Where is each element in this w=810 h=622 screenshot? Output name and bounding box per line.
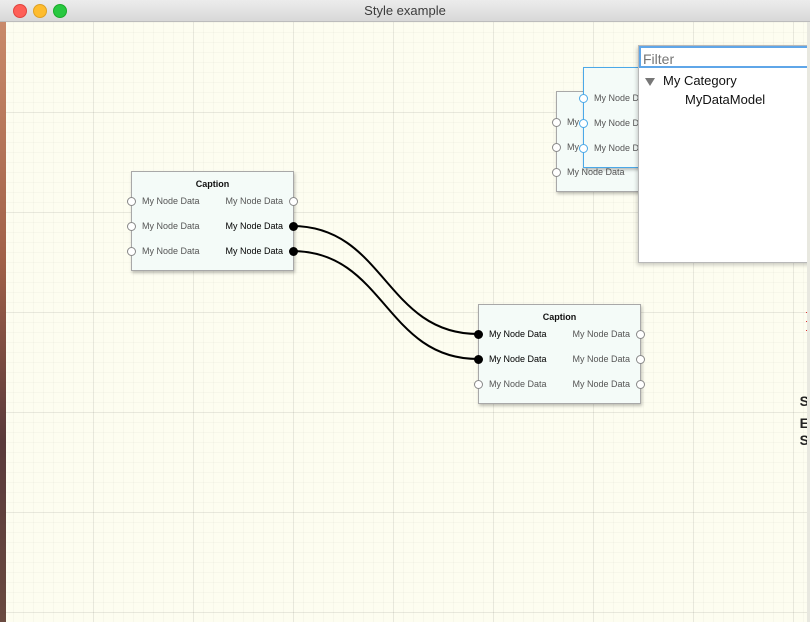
node-row: My Node Data My Node Data (474, 379, 645, 391)
input-label: My (567, 142, 579, 152)
node-row: My Node Data My Node Data (127, 221, 298, 233)
node-row: My Node Data (552, 167, 647, 179)
node-1[interactable]: Caption My Node Data My Node Data My Nod… (127, 171, 298, 271)
input-label: My Node Data (489, 354, 547, 364)
output-label: My Node Data (225, 221, 283, 231)
node-caption: Caption (542, 312, 577, 322)
input-port[interactable] (474, 380, 483, 389)
input-port[interactable] (552, 168, 561, 177)
input-label: My Node Data (142, 246, 200, 256)
output-port[interactable] (289, 222, 298, 231)
node-row: My Node Data My Node Data (127, 246, 298, 258)
input-port[interactable] (552, 118, 561, 127)
filter-input[interactable] (639, 46, 810, 68)
input-port[interactable] (474, 330, 483, 339)
title-bar[interactable]: Style example (0, 0, 810, 22)
input-label: My Node D (594, 93, 640, 103)
input-port[interactable] (474, 355, 483, 364)
input-port[interactable] (579, 144, 588, 153)
output-port[interactable] (636, 355, 645, 364)
input-label: My Node Data (142, 196, 200, 206)
input-label: My Node D (594, 118, 640, 128)
input-port[interactable] (127, 247, 136, 256)
output-port[interactable] (289, 247, 298, 256)
input-label: My Node Data (567, 167, 625, 177)
output-label: My Node Data (572, 354, 630, 364)
node-caption: Caption (195, 179, 230, 189)
node-row: My Node Data My Node Data (127, 196, 298, 208)
input-label: My Node Data (142, 221, 200, 231)
output-label: My Node Data (572, 379, 630, 389)
app-window: Style example My My My Node Data My Node… (0, 0, 810, 622)
tree-item-mydatamodel[interactable]: MyDataModel (685, 92, 765, 107)
node-row: My Node Data My Node Data (474, 329, 645, 341)
node-2[interactable]: Caption My Node Data My Node Data My Nod… (474, 304, 645, 404)
output-label: My Node Data (225, 196, 283, 206)
output-port[interactable] (289, 197, 298, 206)
window-title: Style example (364, 3, 446, 18)
input-port[interactable] (127, 197, 136, 206)
category-label: My Category (663, 73, 737, 88)
input-port[interactable] (579, 94, 588, 103)
output-port[interactable] (636, 330, 645, 339)
input-port[interactable] (552, 143, 561, 152)
node-row: My Node Data My Node Data (474, 354, 645, 366)
input-label: My Node Data (489, 329, 547, 339)
input-label: My Node D (594, 143, 640, 153)
input-label: My (567, 117, 579, 127)
input-label: My Node Data (489, 379, 547, 389)
output-label: My Node Data (225, 246, 283, 256)
disclosure-triangle-icon[interactable] (645, 77, 655, 86)
tree-category[interactable]: My Category (645, 73, 737, 88)
node-creation-popup: My Category MyDataModel (638, 45, 810, 263)
input-port[interactable] (579, 119, 588, 128)
input-port[interactable] (127, 222, 136, 231)
output-port[interactable] (636, 380, 645, 389)
output-label: My Node Data (572, 329, 630, 339)
desktop-background-strip (0, 22, 6, 622)
